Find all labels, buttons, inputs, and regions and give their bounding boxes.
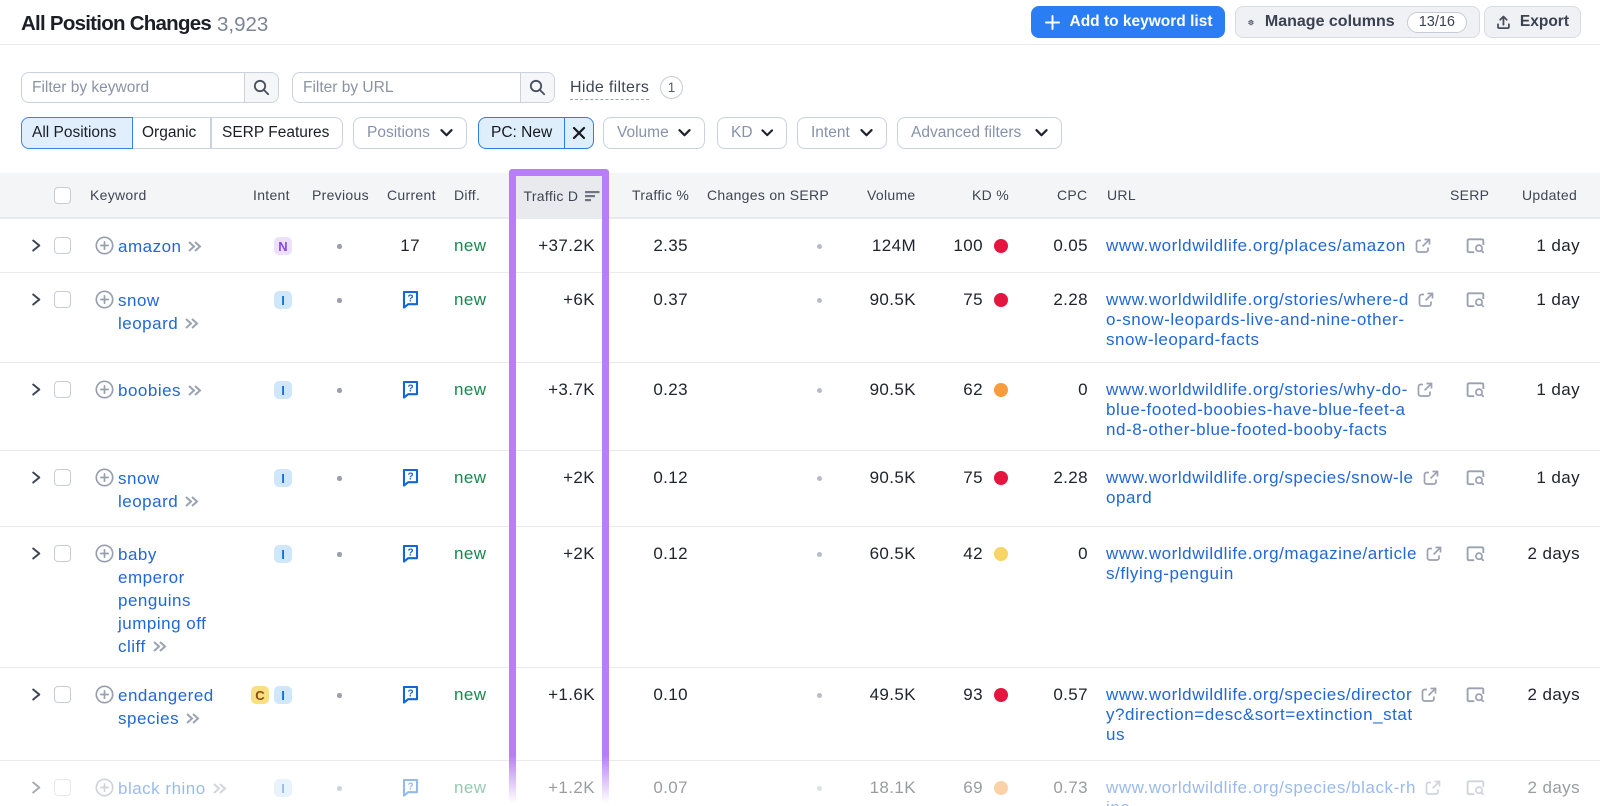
svg-text:?: ? bbox=[407, 294, 413, 305]
svg-text:?: ? bbox=[407, 689, 413, 700]
svg-text:?: ? bbox=[407, 548, 413, 559]
svg-text:?: ? bbox=[407, 472, 413, 483]
svg-text:?: ? bbox=[407, 782, 413, 793]
svg-text:?: ? bbox=[407, 384, 413, 395]
